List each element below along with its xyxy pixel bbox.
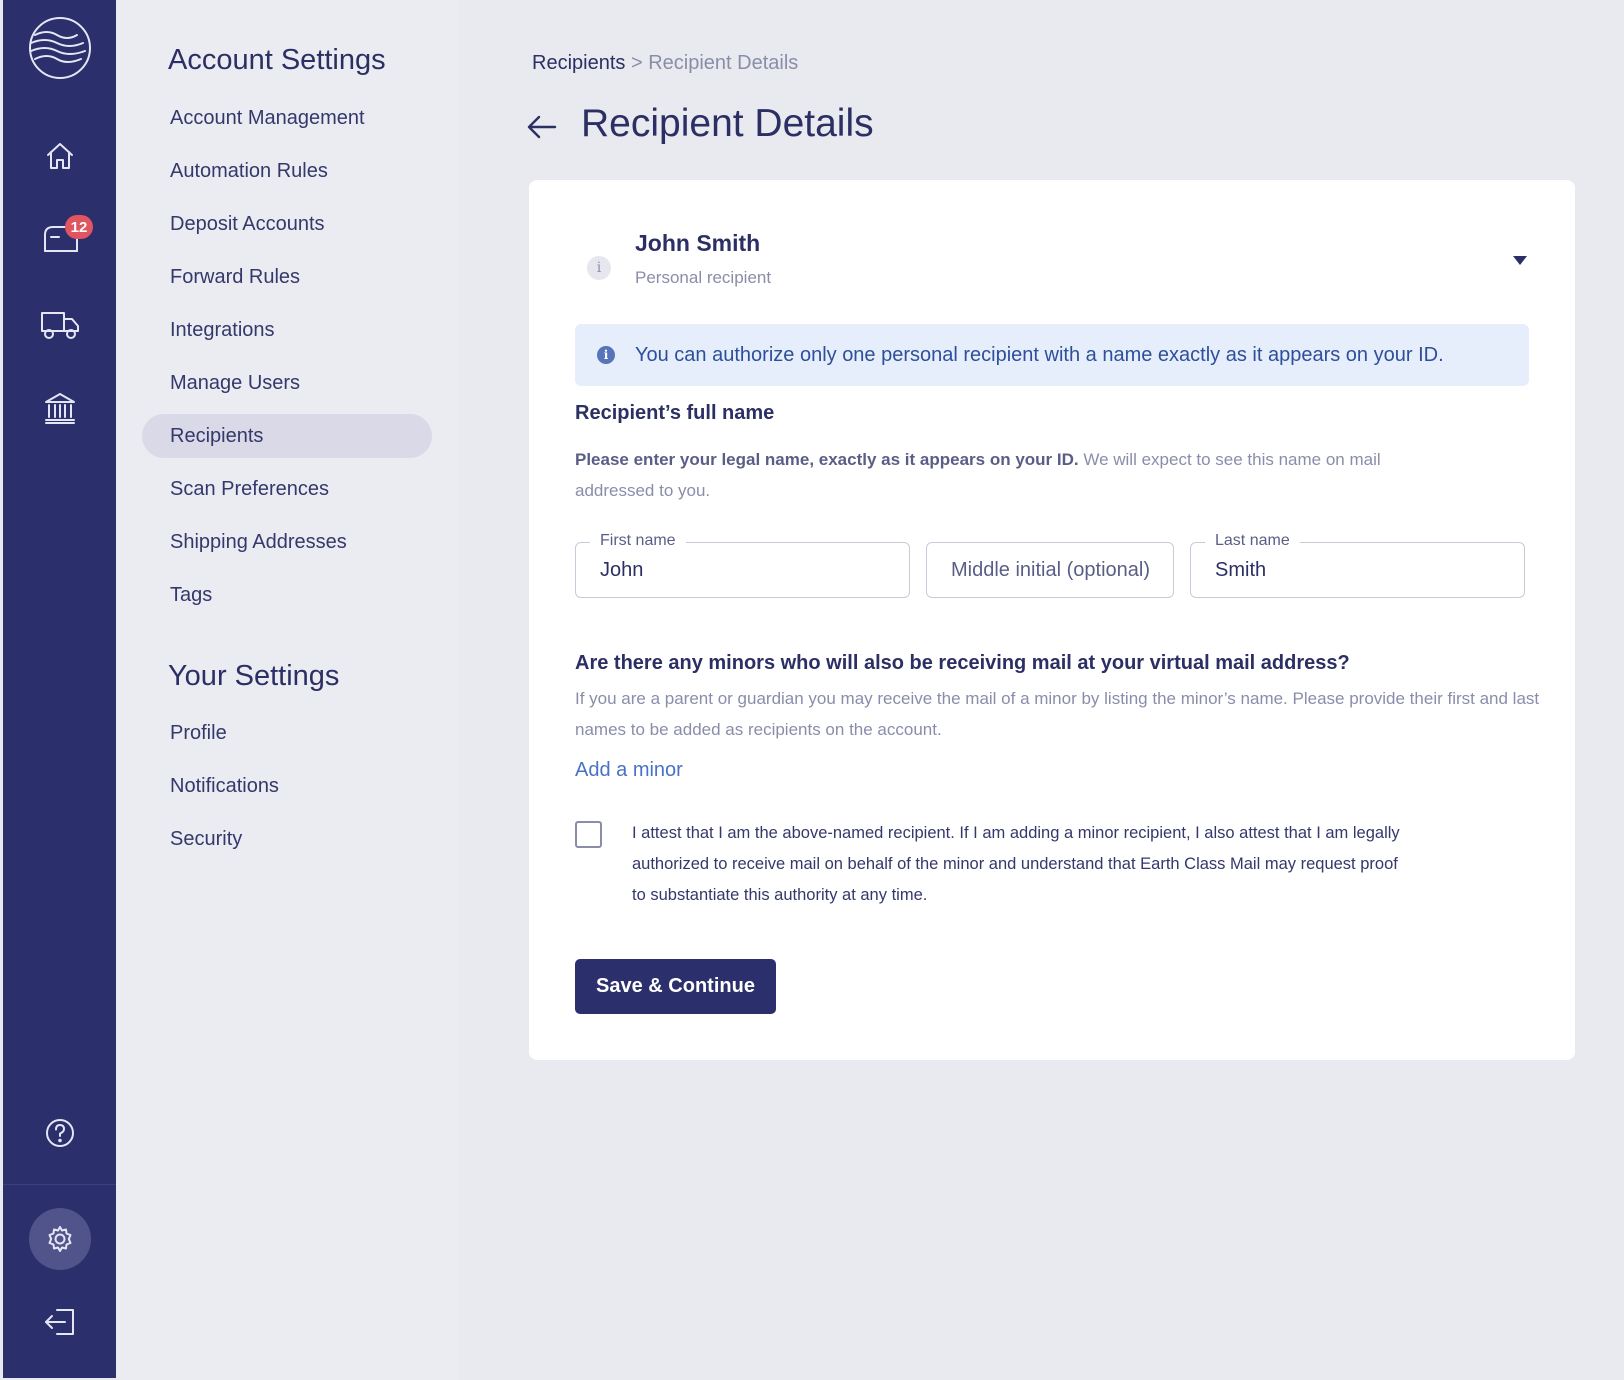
settings-button[interactable] [29, 1208, 91, 1270]
attest-checkbox[interactable] [575, 821, 602, 848]
recipient-type: Personal recipient [635, 268, 772, 287]
notification-badge: 12 [65, 215, 93, 239]
your-settings-heading: Your Settings [168, 660, 340, 692]
account-settings-heading: Account Settings [168, 44, 386, 76]
nav-account-management[interactable]: Account Management [142, 96, 432, 140]
info-icon: i [587, 256, 611, 280]
nav-scan-preferences[interactable]: Scan Preferences [142, 467, 432, 511]
full-name-label: Recipient’s full name [575, 402, 775, 424]
home-icon[interactable] [40, 136, 80, 176]
nav-tags[interactable]: Tags [142, 573, 432, 617]
nav-manage-users[interactable]: Manage Users [142, 361, 432, 405]
logo-icon[interactable] [26, 14, 94, 82]
nav-recipients[interactable]: Recipients [142, 414, 432, 458]
save-continue-button[interactable]: Save & Continue [575, 959, 776, 1014]
gear-icon [48, 1226, 72, 1252]
nav-shipping-addresses[interactable]: Shipping Addresses [142, 520, 432, 564]
caret-down-icon[interactable] [1513, 256, 1527, 265]
breadcrumb-parent-link[interactable]: Recipients [532, 52, 625, 74]
back-arrow-icon[interactable] [525, 110, 559, 144]
breadcrumb-separator: > [630, 52, 643, 74]
minors-question: Are there any minors who will also be re… [575, 652, 1350, 674]
breadcrumb: Recipients > Recipient Details [532, 52, 798, 75]
nav-integrations[interactable]: Integrations [142, 308, 432, 352]
first-name-label: First name [590, 532, 686, 550]
first-name-field[interactable]: First name John [575, 532, 910, 598]
breadcrumb-current: Recipient Details [648, 52, 799, 74]
page-title: Recipient Details [581, 102, 874, 145]
first-name-value: John [600, 558, 644, 581]
app: 12 Account Settings Account Management A… [0, 0, 1624, 1380]
logout-icon[interactable] [40, 1302, 80, 1342]
recipient-selector[interactable]: i John Smith Personal recipient [587, 230, 1527, 300]
nav-automation-rules[interactable]: Automation Rules [142, 149, 432, 193]
minors-help: If you are a parent or guardian you may … [575, 689, 1540, 739]
last-name-field[interactable]: Last name Smith [1190, 532, 1525, 598]
info-notice: i You can authorize only one personal re… [575, 324, 1529, 386]
settings-sidebar: Account Settings Account Management Auto… [116, 0, 459, 1380]
add-minor-link[interactable]: Add a minor [575, 759, 683, 782]
info-notice-text: You can authorize only one personal reci… [635, 343, 1444, 366]
rail-divider [3, 1184, 116, 1185]
nav-security[interactable]: Security [142, 817, 432, 861]
bank-icon[interactable] [40, 388, 80, 428]
full-name-help-bold: Please enter your legal name, exactly as… [575, 450, 1079, 469]
info-icon: i [597, 346, 615, 364]
nav-notifications[interactable]: Notifications [142, 764, 432, 808]
middle-initial-placeholder: Middle initial (optional) [951, 558, 1150, 581]
last-name-value: Smith [1215, 558, 1267, 581]
nav-deposit-accounts[interactable]: Deposit Accounts [142, 202, 432, 246]
middle-initial-field[interactable]: Middle initial (optional) [926, 542, 1174, 598]
main-content: Recipients > Recipient Details Recipient… [459, 0, 1624, 1380]
icon-rail: 12 [3, 0, 116, 1378]
recipient-card: i John Smith Personal recipient i You ca… [529, 180, 1575, 1060]
nav-forward-rules[interactable]: Forward Rules [142, 255, 432, 299]
truck-icon[interactable] [38, 304, 82, 344]
nav-profile[interactable]: Profile [142, 711, 432, 755]
attest-text: I attest that I am the above-named recip… [632, 824, 1400, 904]
recipient-name: John Smith [635, 230, 761, 256]
full-name-help: Please enter your legal name, exactly as… [575, 444, 1405, 506]
last-name-label: Last name [1205, 532, 1300, 550]
help-icon[interactable] [40, 1113, 80, 1153]
